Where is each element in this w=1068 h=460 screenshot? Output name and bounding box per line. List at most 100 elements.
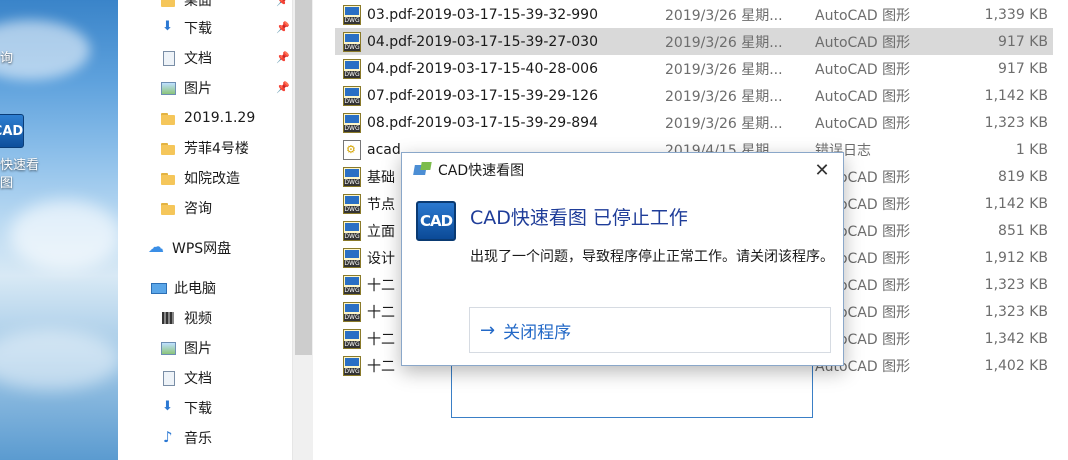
desktop-background: 询 CAD 快速看 图	[0, 0, 118, 460]
nav-item-label: 如院改造	[184, 171, 240, 187]
dwg-file-icon	[343, 112, 361, 133]
file-size: 851 KB	[998, 222, 1048, 239]
file-name: 04.pdf-2019-03-17-15-39-27-030	[367, 33, 598, 50]
nav-item-folder-zixun[interactable]: 咨询	[160, 194, 212, 222]
file-name: 十二	[367, 331, 395, 348]
file-name: 立面	[367, 223, 395, 240]
arrow-right-icon: →	[480, 319, 496, 341]
nav-item-pc-pictures[interactable]: 图片	[160, 334, 212, 362]
cad-viewer-logo-icon: CAD	[416, 201, 456, 241]
file-row[interactable]: 08.pdf-2019-03-17-15-39-29-894 2019/3/26…	[335, 109, 1053, 136]
nav-item-label: 下载	[184, 401, 212, 417]
nav-item-folder-fangfei[interactable]: 芳菲4号楼	[160, 134, 249, 162]
file-name: 04.pdf-2019-03-17-15-40-28-006	[367, 60, 598, 77]
nav-item-pc-downloads[interactable]: 下载	[160, 394, 212, 422]
file-size: 1,402 KB	[984, 357, 1048, 374]
nav-item-wps-cloud[interactable]: WPS网盘	[148, 234, 231, 262]
nav-item-this-pc[interactable]: 此电脑	[150, 274, 216, 302]
document-icon	[160, 50, 176, 66]
nav-item-music[interactable]: 音乐	[160, 424, 212, 452]
nav-item-label: 文档	[184, 51, 212, 67]
file-size: 1,342 KB	[984, 330, 1048, 347]
file-name: 十二	[367, 304, 395, 321]
nav-item-folder-2019-1-29[interactable]: 2019.1.29	[160, 104, 255, 132]
nav-scrollbar[interactable]	[292, 0, 313, 460]
folder-icon	[160, 170, 176, 186]
pin-icon: 📌	[276, 0, 290, 7]
dialog-heading: CAD快速看图 已停止工作	[470, 207, 688, 229]
file-name: 07.pdf-2019-03-17-15-39-29-126	[367, 87, 598, 104]
dwg-file-icon	[343, 355, 361, 376]
nav-item-label: 图片	[184, 81, 212, 97]
file-size: 1,323 KB	[984, 276, 1048, 293]
file-row[interactable]: 04.pdf-2019-03-17-15-40-28-006 2019/3/26…	[335, 55, 1053, 82]
cad-viewer-app-icon	[414, 162, 432, 178]
file-date: 2019/3/26 星期...	[665, 7, 783, 24]
file-date: 2019/3/26 星期...	[665, 34, 783, 51]
dwg-file-icon	[343, 31, 361, 52]
desktop-icon-label[interactable]: 快速看	[0, 157, 39, 175]
nav-item-label: 音乐	[184, 431, 212, 447]
nav-item-folder-ruyuan[interactable]: 如院改造	[160, 164, 240, 192]
dwg-file-icon	[343, 166, 361, 187]
folder-icon	[160, 110, 176, 126]
pin-icon: 📌	[276, 81, 290, 94]
folder-icon	[160, 200, 176, 216]
file-size: 819 KB	[998, 168, 1048, 185]
dwg-file-icon	[343, 58, 361, 79]
file-date: 2019/3/26 星期...	[665, 88, 783, 105]
music-icon	[160, 428, 176, 446]
folder-icon	[160, 0, 176, 8]
dwg-file-icon	[343, 85, 361, 106]
file-type: AutoCAD 图形	[815, 115, 911, 132]
scrollbar-thumb[interactable]	[295, 0, 312, 355]
file-row-selected[interactable]: 04.pdf-2019-03-17-15-39-27-030 2019/3/26…	[335, 28, 1053, 55]
file-size: 1,142 KB	[984, 195, 1048, 212]
dwg-file-icon	[343, 193, 361, 214]
nav-item-label: 视频	[184, 311, 212, 327]
file-date: 2019/3/26 星期...	[665, 61, 783, 78]
file-name: 08.pdf-2019-03-17-15-39-29-894	[367, 114, 598, 131]
file-name: 设计	[367, 250, 395, 267]
nav-item-label: 此电脑	[174, 281, 216, 297]
nav-item-label: 图片	[184, 341, 212, 357]
file-type: AutoCAD 图形	[815, 61, 911, 78]
nav-item-label: 芳菲4号楼	[184, 141, 249, 157]
close-button[interactable]: ✕	[807, 157, 837, 183]
dwg-file-icon	[343, 220, 361, 241]
folder-icon	[160, 140, 176, 156]
file-type: AutoCAD 图形	[815, 7, 911, 24]
dialog-titlebar[interactable]: CAD快速看图	[402, 153, 843, 187]
file-name: 十二	[367, 277, 395, 294]
navigation-pane: 桌面 📌 下载 📌 文档 📌 图片 📌 2019.1.29 芳菲4号楼 如院改造…	[118, 0, 292, 460]
nav-item-pictures[interactable]: 图片	[160, 74, 212, 102]
nav-item-videos[interactable]: 视频	[160, 304, 212, 332]
nav-item-label: 桌面	[184, 0, 212, 9]
document-icon	[160, 370, 176, 386]
file-size: 1,323 KB	[984, 303, 1048, 320]
file-row[interactable]: 03.pdf-2019-03-17-15-39-32-990 2019/3/26…	[335, 1, 1053, 28]
cad-viewer-desktop-icon[interactable]: CAD	[0, 114, 24, 148]
dwg-file-icon	[343, 247, 361, 268]
picture-icon	[160, 340, 176, 356]
file-name: 基础	[367, 169, 395, 186]
file-size: 1,142 KB	[984, 87, 1048, 104]
desktop-icon-label[interactable]: 图	[0, 175, 13, 193]
nav-item-desktop[interactable]: 桌面	[160, 0, 212, 14]
nav-item-downloads[interactable]: 下载	[160, 14, 212, 42]
nav-item-label: 下载	[184, 21, 212, 37]
file-size: 917 KB	[998, 60, 1048, 77]
dialog-title: CAD快速看图	[438, 163, 525, 179]
nav-item-documents[interactable]: 文档	[160, 44, 212, 72]
dwg-file-icon	[343, 4, 361, 25]
file-row[interactable]: 07.pdf-2019-03-17-15-39-29-126 2019/3/26…	[335, 82, 1053, 109]
dialog-message: 出现了一个问题，导致程序停止正常工作。请关闭该程序。	[470, 249, 834, 265]
nav-item-pc-documents[interactable]: 文档	[160, 364, 212, 392]
pin-icon: 📌	[276, 51, 290, 64]
app-crash-dialog: CAD快速看图 ✕ CAD CAD快速看图 已停止工作 出现了一个问题，导致程序…	[401, 152, 844, 366]
close-program-label: 关闭程序	[503, 322, 572, 343]
close-program-button[interactable]: → 关闭程序	[469, 307, 831, 353]
computer-icon	[150, 280, 167, 296]
file-size: 1,912 KB	[984, 249, 1048, 266]
desktop-icon-label[interactable]: 询	[0, 50, 13, 68]
